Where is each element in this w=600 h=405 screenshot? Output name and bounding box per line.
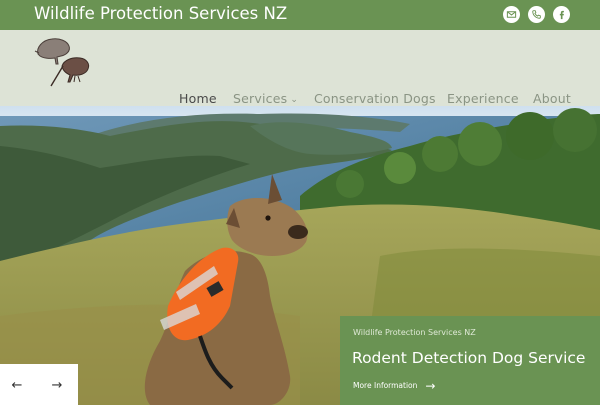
chevron-down-icon: ⌄ [290, 95, 299, 105]
top-bar: Wildlife Protection Services NZ [0, 0, 600, 30]
more-information-label: More Information [353, 381, 418, 390]
slider-controls: ← → [0, 364, 78, 405]
site-title[interactable]: Wildlife Protection Services NZ [34, 4, 287, 23]
kiwi-logo[interactable] [34, 36, 94, 98]
next-slide-button[interactable]: → [48, 376, 66, 394]
facebook-icon[interactable] [553, 6, 570, 23]
nav-conservation-dogs[interactable]: Conservation Dogs [314, 91, 436, 106]
main-navigation: Home Services ⌄ Conservation Dogs Experie… [0, 30, 600, 106]
nav-about[interactable]: About [533, 91, 571, 106]
nav-home[interactable]: Home [179, 91, 217, 106]
prev-slide-button[interactable]: ← [8, 376, 26, 394]
slide-title[interactable]: Rodent Detection Dog Service [352, 349, 585, 367]
arrow-left-icon: ← [11, 377, 23, 393]
email-icon[interactable] [503, 6, 520, 23]
nav-services[interactable]: Services ⌄ [233, 91, 298, 106]
nav-experience[interactable]: Experience [447, 91, 519, 106]
arrow-right-icon: → [425, 378, 436, 393]
more-information-link[interactable]: More Information → [353, 378, 436, 393]
slide-kicker: Wildlife Protection Services NZ [353, 328, 476, 337]
arrow-right-icon: → [51, 377, 63, 393]
slide-caption: Wildlife Protection Services NZ Rodent D… [340, 316, 600, 405]
phone-icon[interactable] [528, 6, 545, 23]
